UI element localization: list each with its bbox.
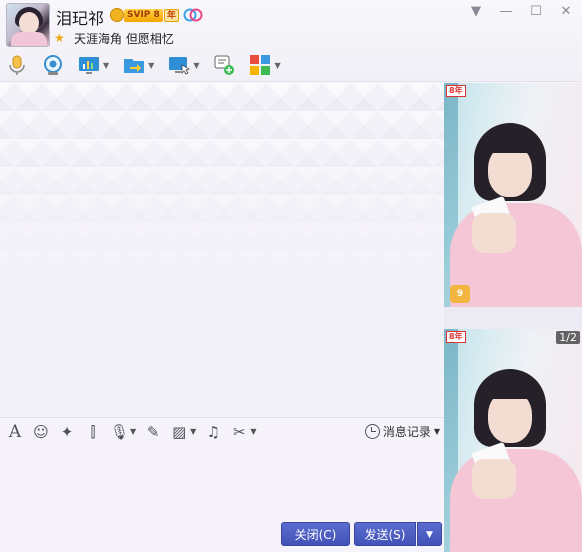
star-icon: ★ bbox=[54, 31, 65, 45]
chevron-down-icon[interactable]: ▼ bbox=[250, 427, 256, 436]
folder-arrow-icon bbox=[124, 59, 145, 73]
window-controls: ▼ — ☐ ✕ bbox=[468, 4, 574, 20]
image-icon[interactable]: ▨ bbox=[170, 423, 188, 441]
edit-icon[interactable]: ✎ bbox=[144, 423, 162, 441]
chevron-down-icon[interactable]: ▼ bbox=[468, 4, 484, 20]
input-toolbar: A ☺ ✦ ⫿ 🎙︎ ▼ ✎ ▨ ▼ ♫ ✂ ▼ 消息记录 ▼ bbox=[0, 417, 444, 445]
header: 泪玘祁 SVIP 8 年 ★ 天涯海角 但愿相忆 ▼ — ☐ ✕ ▼ ▼ ▼ ▼ bbox=[0, 0, 582, 82]
microphone-icon bbox=[9, 55, 25, 75]
qq-status-icon[interactable] bbox=[183, 7, 203, 23]
voice-call-button[interactable] bbox=[6, 52, 28, 78]
like-icon[interactable]: 9 bbox=[450, 285, 470, 303]
video-call-button[interactable] bbox=[42, 52, 64, 78]
chevron-down-icon[interactable]: ▼ bbox=[148, 61, 154, 70]
send-file-button[interactable]: ▼ bbox=[123, 52, 154, 78]
scissors-icon[interactable]: ✂ bbox=[230, 423, 248, 441]
vip-badge[interactable]: SVIP 8 bbox=[124, 9, 163, 22]
message-history-button[interactable]: 消息记录 ▼ bbox=[364, 423, 440, 440]
chevron-down-icon[interactable]: ▼ bbox=[103, 61, 109, 70]
emoji-icon[interactable]: ☺ bbox=[32, 423, 50, 441]
contact-show-image[interactable]: 8年 9 bbox=[444, 83, 582, 307]
apps-grid-icon bbox=[250, 55, 271, 75]
remote-monitor-icon bbox=[169, 57, 191, 75]
signature: 天涯海角 但愿相忆 bbox=[74, 32, 174, 46]
toolbar: ▼ ▼ ▼ ▼ bbox=[6, 52, 295, 78]
remote-desktop-button[interactable]: ▼ bbox=[168, 52, 199, 78]
maximize-icon[interactable]: ☐ bbox=[528, 4, 544, 20]
message-history-label: 消息记录 bbox=[382, 425, 431, 439]
contact-show-image[interactable]: 8年 1/2 bbox=[444, 329, 582, 552]
page-indicator: 1/2 bbox=[556, 331, 580, 344]
year-badge[interactable]: 年 bbox=[164, 9, 180, 22]
music-icon[interactable]: ♫ bbox=[204, 423, 222, 441]
close-icon[interactable]: ✕ bbox=[558, 4, 574, 20]
minimize-icon[interactable]: — bbox=[498, 4, 514, 20]
clock-icon bbox=[364, 424, 380, 439]
create-group-button[interactable] bbox=[213, 52, 235, 78]
contact-show-panel: 8年 9 8年 1/2 bbox=[444, 83, 582, 552]
year-badge: 8年 bbox=[446, 85, 466, 97]
close-button[interactable]: 关闭(C) bbox=[281, 522, 350, 546]
chat-add-icon bbox=[214, 55, 235, 75]
font-icon[interactable]: A bbox=[6, 423, 24, 441]
year-badge: 8年 bbox=[446, 331, 466, 343]
send-options-button[interactable]: ▼ bbox=[417, 522, 442, 546]
apps-button[interactable]: ▼ bbox=[249, 52, 281, 78]
monitor-chart-icon bbox=[79, 57, 99, 74]
chevron-down-icon[interactable]: ▼ bbox=[274, 61, 280, 70]
camera-icon bbox=[44, 55, 62, 75]
chat-window: 泪玘祁 SVIP 8 年 ★ 天涯海角 但愿相忆 ▼ — ☐ ✕ ▼ ▼ ▼ ▼… bbox=[0, 0, 582, 552]
avatar[interactable] bbox=[6, 3, 50, 47]
screen-share-button[interactable]: ▼ bbox=[78, 52, 109, 78]
chevron-down-icon[interactable]: ▼ bbox=[193, 61, 199, 70]
send-button[interactable]: 发送(S) bbox=[354, 522, 416, 546]
voice-message-icon[interactable]: 🎙︎ bbox=[110, 423, 129, 441]
magic-wand-icon[interactable]: ✦ bbox=[58, 423, 76, 441]
chevron-down-icon[interactable]: ▼ bbox=[130, 427, 136, 436]
chevron-down-icon: ▼ bbox=[433, 427, 440, 436]
chevron-down-icon[interactable]: ▼ bbox=[190, 427, 196, 436]
contact-nickname[interactable]: 泪玘祁 bbox=[56, 5, 104, 29]
shake-window-icon[interactable]: ⫿ bbox=[84, 423, 102, 441]
vip-crown-icon[interactable] bbox=[110, 8, 124, 22]
